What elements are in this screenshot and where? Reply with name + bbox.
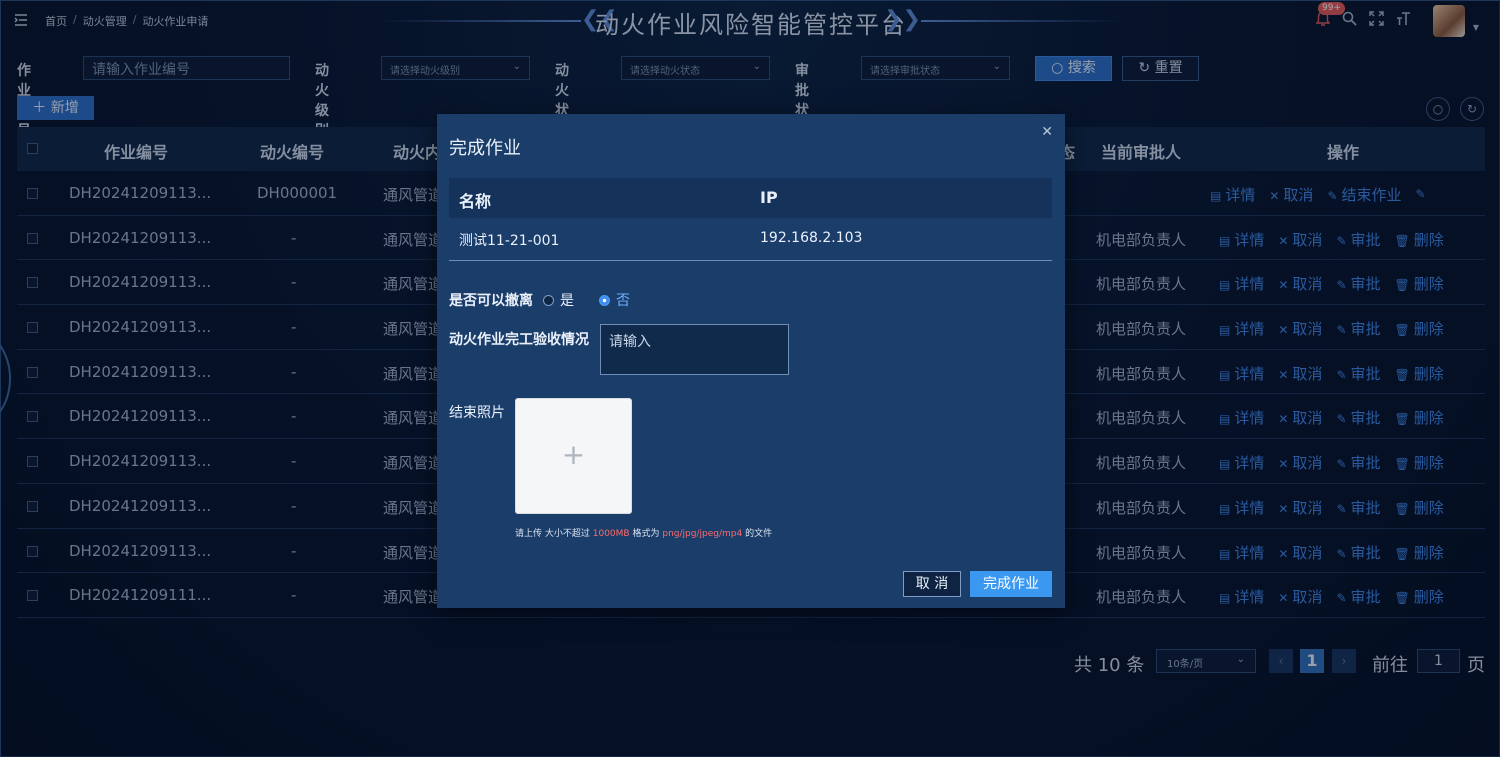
radio-checked-icon [599,294,610,306]
app-window: 首页 / 动火管理 / 动火作业申请 ❮❮ 动火作业风险智能管控平台 ❯❯ 99… [0,0,1500,757]
evacuate-yes-label: 是 [560,293,574,309]
dialog-title: 完成作业 [449,138,521,159]
evacuate-yes-radio[interactable]: 是 [543,290,574,310]
acceptance-textarea[interactable]: 请输入 [600,324,789,375]
device-col-ip: IP [760,188,778,207]
upload-tip-prefix: 请上传 大小不超过 [515,529,590,539]
device-table: 名称 IP 测试11-21-001 192.168.2.103 [449,178,1052,261]
device-ip-cell: 192.168.2.103 [760,230,863,246]
evacuate-label: 是否可以撤离 [449,293,533,309]
evacuate-no-label: 否 [616,293,630,309]
upload-tip-size: 1000MB [592,529,630,539]
evacuate-no-radio[interactable]: 否 [599,290,630,310]
finish-job-button[interactable]: 完成作业 [970,571,1052,597]
complete-job-dialog: 完成作业 ✕ 名称 IP 测试11-21-001 192.168.2.103 是… [437,114,1065,608]
plus-icon: + [561,438,586,471]
upload-tip-suffix: 的文件 [745,529,773,539]
table-row: 测试11-21-001 192.168.2.103 [449,218,1052,261]
device-table-header: 名称 IP [449,178,1052,218]
upload-tip: 请上传 大小不超过 1000MB 格式为 png/jpg/jpeg/mp4 的文… [515,526,772,539]
upload-tip-formats: png/jpg/jpeg/mp4 [662,529,743,539]
upload-tip-mid: 格式为 [632,529,660,539]
cancel-button[interactable]: 取 消 [903,571,961,597]
close-icon[interactable]: ✕ [1041,124,1053,140]
acceptance-label: 动火作业完工验收情况 [449,332,589,348]
radio-unchecked-icon [543,294,554,306]
device-col-name: 名称 [459,192,492,211]
photo-upload-box[interactable]: + [515,398,632,514]
device-name-cell: 测试11-21-001 [459,233,560,249]
end-photo-label: 结束照片 [449,405,505,421]
